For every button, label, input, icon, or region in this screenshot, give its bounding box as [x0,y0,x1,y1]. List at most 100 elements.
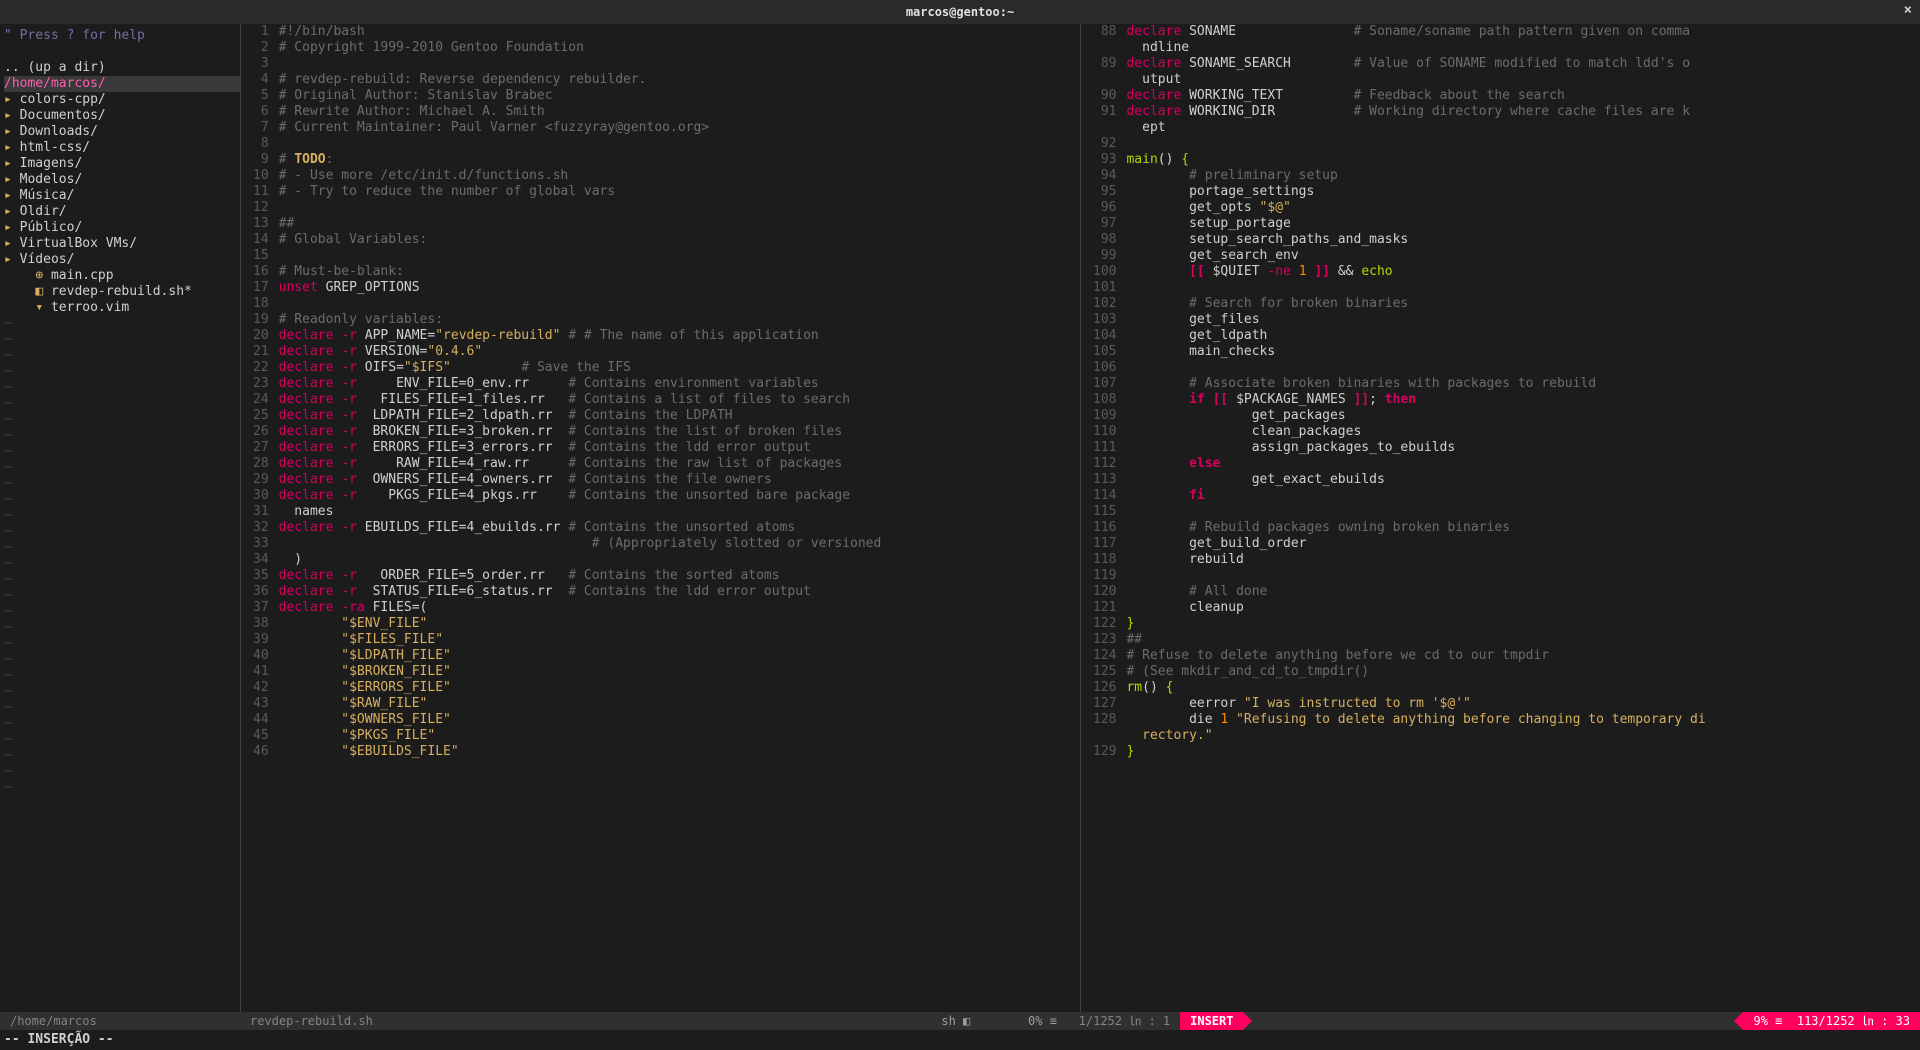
code-line[interactable]: fi [1126,488,1920,504]
code-line[interactable] [1126,568,1920,584]
code-line[interactable]: # (See mkdir_and_cd_to_tmpdir() [1126,664,1920,680]
tree-dir[interactable]: ▸ VirtualBox VMs/ [4,236,240,252]
code-line[interactable]: eerror "I was instructed to rm '$@'" [1126,696,1920,712]
tree-dir[interactable]: ▸ Documentos/ [4,108,240,124]
code-line[interactable]: declare SONAME_SEARCH # Value of SONAME … [1126,56,1920,72]
tree-dir[interactable]: ▸ Modelos/ [4,172,240,188]
close-icon[interactable]: × [1904,2,1912,18]
code-line[interactable]: else [1126,456,1920,472]
code-line[interactable]: unset GREP_OPTIONS [279,280,1080,296]
left-code[interactable]: #!/bin/bash# Copyright 1999-2010 Gentoo … [279,24,1080,1030]
code-line[interactable]: #!/bin/bash [279,24,1080,40]
right-editor-pane[interactable]: 88 89 9091 92939495969798991001011021031… [1080,24,1920,1030]
code-line[interactable]: "$RAW_FILE" [279,696,1080,712]
code-line[interactable]: declare -r PKGS_FILE=4_pkgs.rr # Contain… [279,488,1080,504]
code-line[interactable]: "$BROKEN_FILE" [279,664,1080,680]
code-line[interactable]: declare -r VERSION="0.4.6" [279,344,1080,360]
up-dir[interactable]: .. (up a dir) [4,60,240,76]
code-line[interactable] [279,248,1080,264]
code-line[interactable]: "$EBUILDS_FILE" [279,744,1080,760]
code-line[interactable] [1126,360,1920,376]
tree-file[interactable]: ⊕ main.cpp [4,268,240,284]
command-line[interactable]: -- INSERÇÃO -- [0,1030,1920,1050]
code-line[interactable]: declare WORKING_TEXT # Feedback about th… [1126,88,1920,104]
code-line[interactable] [279,296,1080,312]
code-line[interactable]: rm() { [1126,680,1920,696]
code-line[interactable]: # preliminary setup [1126,168,1920,184]
code-line[interactable]: # Current Maintainer: Paul Varner <fuzzy… [279,120,1080,136]
code-line[interactable]: declare -r BROKEN_FILE=3_broken.rr # Con… [279,424,1080,440]
code-line[interactable]: utput [1126,72,1920,88]
code-line[interactable]: # - Use more /etc/init.d/functions.sh [279,168,1080,184]
code-line[interactable]: die 1 "Refusing to delete anything befor… [1126,712,1920,728]
code-line[interactable]: assign_packages_to_ebuilds [1126,440,1920,456]
right-code[interactable]: declare SONAME # Soname/soname path patt… [1126,24,1920,1030]
code-line[interactable]: get_ldpath [1126,328,1920,344]
code-line[interactable]: "$ENV_FILE" [279,616,1080,632]
code-line[interactable]: get_search_env [1126,248,1920,264]
code-line[interactable]: # revdep-rebuild: Reverse dependency reb… [279,72,1080,88]
code-line[interactable]: get_files [1126,312,1920,328]
code-line[interactable]: rebuild [1126,552,1920,568]
code-line[interactable] [1126,280,1920,296]
code-line[interactable]: # Rewrite Author: Michael A. Smith [279,104,1080,120]
code-line[interactable]: # Refuse to delete anything before we cd… [1126,648,1920,664]
code-line[interactable] [1126,136,1920,152]
code-line[interactable]: declare -r EBUILDS_FILE=4_ebuilds.rr # C… [279,520,1080,536]
code-line[interactable]: "$OWNERS_FILE" [279,712,1080,728]
code-line[interactable]: "$ERRORS_FILE" [279,680,1080,696]
tree-file[interactable]: ▾ terroo.vim [4,300,240,316]
tree-dir[interactable]: ▸ Imagens/ [4,156,240,172]
code-line[interactable]: main_checks [1126,344,1920,360]
code-line[interactable]: # TODO: [279,152,1080,168]
code-line[interactable]: # (Appropriately slotted or versioned [279,536,1080,552]
tree-dir[interactable]: ▸ Oldir/ [4,204,240,220]
code-line[interactable]: # Copyright 1999-2010 Gentoo Foundation [279,40,1080,56]
code-line[interactable]: portage_settings [1126,184,1920,200]
code-line[interactable]: if [[ $PACKAGE_NAMES ]]; then [1126,392,1920,408]
code-line[interactable]: "$LDPATH_FILE" [279,648,1080,664]
tree-dir[interactable]: ▸ html-css/ [4,140,240,156]
code-line[interactable]: # Rebuild packages owning broken binarie… [1126,520,1920,536]
code-line[interactable]: clean_packages [1126,424,1920,440]
code-line[interactable]: declare -r OWNERS_FILE=4_owners.rr # Con… [279,472,1080,488]
code-line[interactable]: main() { [1126,152,1920,168]
tree-dir[interactable]: ▸ Música/ [4,188,240,204]
code-line[interactable]: ## [279,216,1080,232]
code-line[interactable]: declare -r STATUS_FILE=6_status.rr # Con… [279,584,1080,600]
code-line[interactable]: names [279,504,1080,520]
code-line[interactable]: # Search for broken binaries [1126,296,1920,312]
tree-dir[interactable]: ▸ Público/ [4,220,240,236]
code-line[interactable]: rectory." [1126,728,1920,744]
code-line[interactable]: "$PKGS_FILE" [279,728,1080,744]
code-line[interactable]: cleanup [1126,600,1920,616]
code-line[interactable]: # Original Author: Stanislav Brabec [279,88,1080,104]
code-line[interactable]: ndline [1126,40,1920,56]
code-line[interactable]: # - Try to reduce the number of global v… [279,184,1080,200]
code-line[interactable]: declare -r ERRORS_FILE=3_errors.rr # Con… [279,440,1080,456]
code-line[interactable]: declare -r RAW_FILE=4_raw.rr # Contains … [279,456,1080,472]
code-line[interactable]: ## [1126,632,1920,648]
code-line[interactable]: declare -r LDPATH_FILE=2_ldpath.rr # Con… [279,408,1080,424]
code-line[interactable]: declare SONAME # Soname/soname path patt… [1126,24,1920,40]
code-line[interactable]: declare -ra FILES=( [279,600,1080,616]
code-line[interactable]: setup_portage [1126,216,1920,232]
code-line[interactable]: get_build_order [1126,536,1920,552]
tree-dir[interactable]: ▸ Vídeos/ [4,252,240,268]
tree-dir[interactable]: ▸ Downloads/ [4,124,240,140]
code-line[interactable]: "$FILES_FILE" [279,632,1080,648]
code-line[interactable]: setup_search_paths_and_masks [1126,232,1920,248]
code-line[interactable]: [[ $QUIET -ne 1 ]] && echo [1126,264,1920,280]
code-line[interactable]: ept [1126,120,1920,136]
code-line[interactable]: declare WORKING_DIR # Working directory … [1126,104,1920,120]
code-line[interactable]: } [1126,616,1920,632]
code-line[interactable]: declare -r APP_NAME="revdep-rebuild" # #… [279,328,1080,344]
code-line[interactable]: get_opts "$@" [1126,200,1920,216]
code-line[interactable]: } [1126,744,1920,760]
code-line[interactable]: declare -r OIFS="$IFS" # Save the IFS [279,360,1080,376]
code-line[interactable] [279,200,1080,216]
code-line[interactable]: # All done [1126,584,1920,600]
code-line[interactable]: get_packages [1126,408,1920,424]
code-line[interactable]: # Global Variables: [279,232,1080,248]
code-line[interactable]: declare -r ORDER_FILE=5_order.rr # Conta… [279,568,1080,584]
